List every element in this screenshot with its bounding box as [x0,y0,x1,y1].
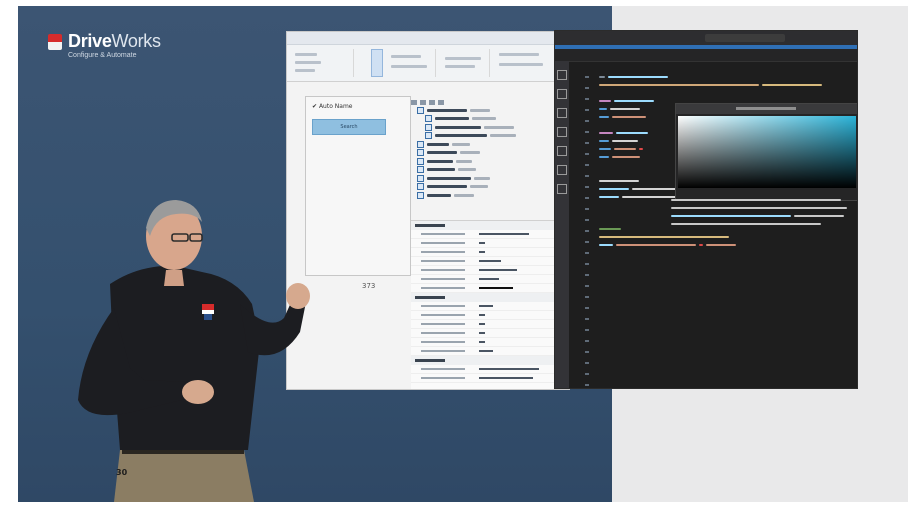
property-row[interactable] [411,320,567,329]
canvas-button[interactable]: Search [312,119,386,135]
property-row[interactable] [411,266,567,275]
property-row[interactable] [411,329,567,338]
property-row[interactable] [411,284,567,293]
tree-item[interactable] [417,166,567,175]
property-row[interactable] [411,374,567,383]
belt-badge: 30 [116,468,128,477]
tree-item[interactable] [417,157,567,166]
tree-item[interactable] [425,132,567,141]
property-grid [411,220,567,389]
logo-tagline: Configure & Automate [68,52,137,59]
source-control-icon[interactable] [557,108,567,118]
video-frame: DriveWorks Configure & Automate ✔ Auto N… [18,6,908,502]
layout-icon[interactable] [557,165,567,175]
property-row[interactable] [411,338,567,347]
editor-titlebar [555,31,857,45]
color-picker-popup[interactable] [675,103,857,201]
tree-item[interactable] [417,149,567,158]
tree-item[interactable] [425,123,567,132]
driveworks-logo: DriveWorks Configure & Automate [48,32,161,59]
property-row[interactable] [411,230,567,239]
color-gradient-swatch[interactable] [678,116,856,188]
editor-tabs[interactable] [555,49,857,62]
tree-item[interactable] [417,140,567,149]
search-icon[interactable] [557,89,567,99]
explorer-icon[interactable] [557,70,567,80]
settings-icon[interactable] [557,184,567,194]
editor-search-box[interactable] [705,34,785,42]
property-row[interactable] [411,302,567,311]
property-row[interactable] [411,347,567,356]
extensions-icon[interactable] [557,146,567,156]
logo-name-light: Works [111,31,161,51]
control-tree [411,98,567,218]
flag-icon [48,32,64,52]
editor-activity-bar [555,61,569,388]
tree-item[interactable] [417,191,567,200]
tree-item[interactable] [425,115,567,124]
hover-tooltip [671,196,857,230]
property-row[interactable] [411,248,567,257]
tree-item[interactable] [417,183,567,192]
designer-window: ✔ Auto Name Search 373 [286,31,570,390]
designer-titlebar [287,32,569,45]
ribbon-selected-button[interactable] [371,49,383,77]
designer-ribbon [287,45,569,82]
run-icon[interactable] [557,127,567,137]
property-row[interactable] [411,239,567,248]
code-editor-window [554,30,858,389]
line-numbers [577,73,595,388]
property-row[interactable] [411,257,567,266]
presenter [78,200,310,502]
canvas-counter: 373 [362,282,376,290]
tree-item[interactable] [417,106,567,115]
property-row[interactable] [411,365,567,374]
property-row[interactable] [411,275,567,284]
auto-name-checkbox[interactable]: ✔ Auto Name [312,103,352,110]
checkbox-label: Auto Name [318,103,353,110]
logo-name-bold: Drive [68,31,112,51]
tree-item[interactable] [417,174,567,183]
property-row[interactable] [411,311,567,320]
